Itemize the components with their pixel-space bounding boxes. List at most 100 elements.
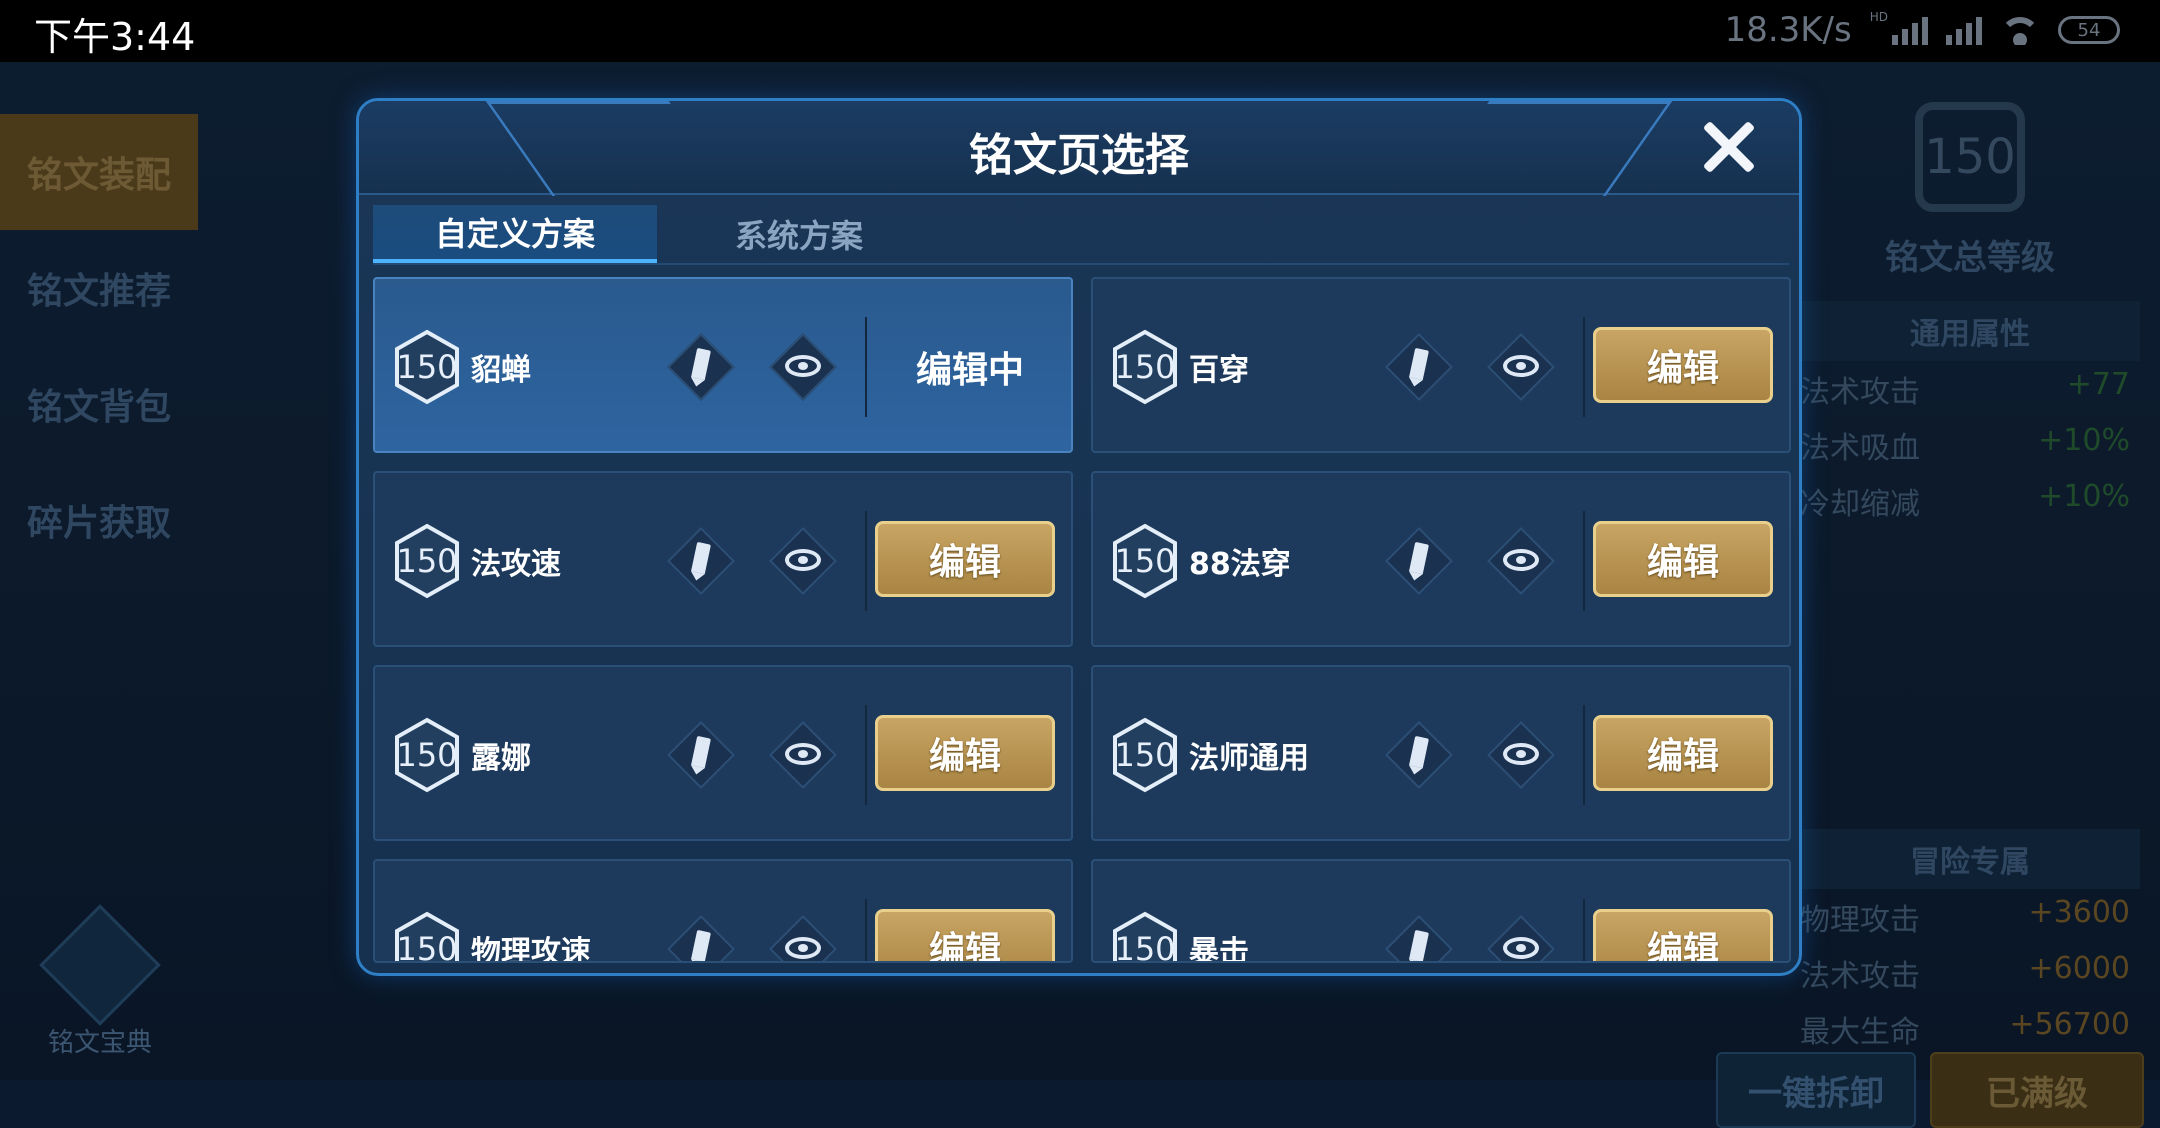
rune-guide[interactable]: 铭文宝典: [39, 904, 161, 1059]
signal-icon: [1892, 15, 1928, 45]
preview-button[interactable]: [1487, 721, 1555, 789]
battery-icon: 54: [2058, 16, 2120, 44]
eye-icon: [1503, 743, 1539, 765]
rename-button[interactable]: [667, 915, 735, 961]
preview-button[interactable]: [1487, 333, 1555, 401]
page-name: 百穿: [1189, 353, 1249, 388]
total-level-badge: 150: [1915, 102, 2025, 212]
bottom-actions: 一键拆卸 已满级: [1716, 1052, 2144, 1128]
preview-button[interactable]: [769, 333, 837, 401]
page-name: 物理攻速: [471, 935, 591, 963]
stat-row: 最大生命 +56700: [1800, 1007, 2130, 1050]
rename-button[interactable]: [1385, 721, 1453, 789]
dialog-header: 铭文页选择: [359, 101, 1799, 196]
eye-icon: [785, 937, 821, 959]
adventure-attr-title: 冒险专属: [1800, 829, 2140, 889]
edit-button[interactable]: 编辑: [1593, 327, 1773, 403]
level-hex-badge: 150: [393, 911, 461, 961]
page-level: 150: [396, 736, 458, 774]
status-bar: 下午3:44 18.3K/s HD 54: [0, 0, 2160, 62]
rune-page-card[interactable]: 150 物理攻速 编辑: [373, 859, 1073, 963]
page-name: 88法穿: [1189, 547, 1291, 582]
divider: [1583, 317, 1585, 417]
eye-icon: [1503, 937, 1539, 959]
general-attr-title: 通用属性: [1800, 301, 2140, 361]
nav-item-fragments[interactable]: 碎片获取: [0, 462, 198, 578]
rune-page-card[interactable]: 150 法师通用 编辑: [1091, 665, 1791, 841]
rename-button[interactable]: [667, 721, 735, 789]
edit-button[interactable]: 编辑: [875, 521, 1055, 597]
divider: [1583, 511, 1585, 611]
page-name: 露娜: [471, 741, 531, 776]
preview-button[interactable]: [769, 915, 837, 961]
level-hex-badge: 150: [393, 523, 461, 599]
tab-custom-plan[interactable]: 自定义方案: [373, 205, 657, 263]
rename-button[interactable]: [1385, 915, 1453, 961]
stat-row: 冷却缩减 +10%: [1800, 479, 2130, 522]
level-hex-badge: 150: [1111, 911, 1179, 961]
divider: [865, 317, 867, 417]
dialog-title: 铭文页选择: [969, 130, 1189, 181]
rune-page-card[interactable]: 150 露娜 编辑: [373, 665, 1073, 841]
unload-all-button[interactable]: 一键拆卸: [1716, 1052, 1916, 1128]
preview-button[interactable]: [1487, 915, 1555, 961]
rune-page-card[interactable]: 150 百穿 编辑: [1091, 277, 1791, 453]
preview-button[interactable]: [1487, 527, 1555, 595]
rune-guide-label: 铭文宝典: [47, 1028, 152, 1058]
page-level: 150: [396, 542, 458, 580]
editing-status: 编辑中: [915, 350, 1024, 391]
rename-button[interactable]: [1385, 333, 1453, 401]
network-speed: 18.3K/s: [1724, 10, 1852, 50]
rune-page-card[interactable]: 150 88法穿 编辑: [1091, 471, 1791, 647]
rune-page-select-dialog: 铭文页选择 自定义方案 系统方案 150 貂蝉 编辑中 150 百穿 编辑 150 法攻速 编辑…: [356, 98, 1802, 976]
status-right: 18.3K/s HD 54: [1725, 10, 2120, 50]
nav-item-rune-equip[interactable]: 铭文装配: [0, 114, 198, 230]
rune-page-card[interactable]: 150 暴击 编辑: [1091, 859, 1791, 963]
hd-badge: HD: [1869, 10, 1888, 24]
divider: [1583, 705, 1585, 805]
rename-button[interactable]: [1385, 527, 1453, 595]
level-hex-badge: 150: [1111, 329, 1179, 405]
edit-button[interactable]: 编辑: [875, 715, 1055, 791]
eye-icon: [785, 743, 821, 765]
eye-icon: [785, 355, 821, 377]
edit-button[interactable]: 编辑: [1593, 909, 1773, 961]
book-icon: [39, 904, 161, 1026]
close-icon[interactable]: [1699, 117, 1757, 175]
plan-tabs: 自定义方案 系统方案: [373, 205, 1789, 265]
edit-button[interactable]: 编辑: [875, 909, 1055, 961]
level-hex-badge: 150: [1111, 717, 1179, 793]
nav-item-rune-recommend[interactable]: 铭文推荐: [0, 230, 198, 346]
page-level: 150: [1114, 348, 1176, 386]
edit-button[interactable]: 编辑: [1593, 715, 1773, 791]
divider: [865, 705, 867, 805]
attribute-panel: 150 铭文总等级 通用属性 法术攻击 +77 法术吸血 +10% 冷却缩减 +10%…: [1800, 102, 2140, 1057]
preview-button[interactable]: [769, 721, 837, 789]
eye-icon: [785, 549, 821, 571]
rune-page-card[interactable]: 150 貂蝉 编辑中: [373, 277, 1073, 453]
eye-icon: [1503, 549, 1539, 571]
wifi-icon: [2000, 15, 2040, 45]
divider: [865, 511, 867, 611]
nav-item-rune-bag[interactable]: 铭文背包: [0, 346, 198, 462]
page-name: 暴击: [1189, 935, 1249, 963]
level-hex-badge: 150: [393, 329, 461, 405]
maxed-button[interactable]: 已满级: [1930, 1052, 2144, 1128]
divider: [865, 899, 867, 961]
page-level: 150: [1114, 736, 1176, 774]
left-nav: 铭文装配 铭文推荐 铭文背包 碎片获取: [0, 114, 198, 578]
rune-page-card[interactable]: 150 法攻速 编辑: [373, 471, 1073, 647]
rename-button[interactable]: [667, 333, 735, 401]
rename-button[interactable]: [667, 527, 735, 595]
edit-button[interactable]: 编辑: [1593, 521, 1773, 597]
status-time: 下午3:44: [34, 15, 196, 59]
preview-button[interactable]: [769, 527, 837, 595]
stat-row: 物理攻击 +3600: [1800, 895, 2130, 938]
level-hex-badge: 150: [1111, 523, 1179, 599]
page-name: 法师通用: [1189, 741, 1309, 776]
total-level-title: 铭文总等级: [1885, 238, 2055, 278]
page-level: 150: [396, 348, 458, 386]
page-level: 150: [1114, 542, 1176, 580]
stat-row: 法术攻击 +6000: [1800, 951, 2130, 994]
tab-system-plan[interactable]: 系统方案: [657, 205, 941, 263]
